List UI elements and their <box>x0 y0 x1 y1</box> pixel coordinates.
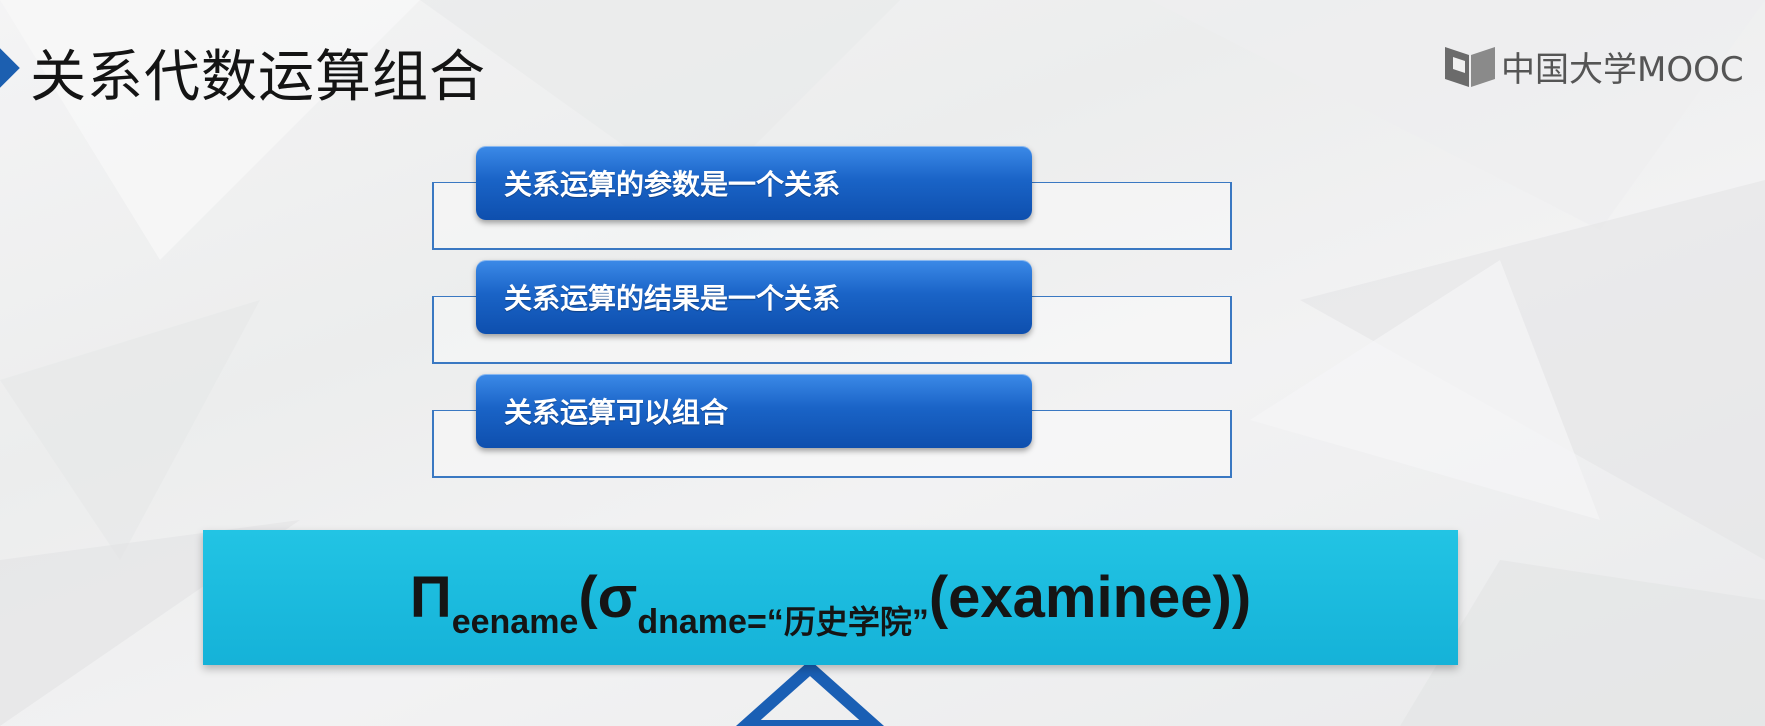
relation-name: (examinee)) <box>928 565 1252 630</box>
projection-attribute: eename <box>451 603 579 641</box>
open-paren: ( <box>578 565 598 630</box>
selection-condition-prefix: dname=“ <box>637 603 784 641</box>
selection-condition-value: 历史学院 <box>783 603 912 641</box>
projection-symbol: Π <box>409 565 452 630</box>
selection-symbol: σ <box>597 565 638 630</box>
formula-box: Πeename(σdname=“历史学院”(examinee)) <box>203 530 1458 665</box>
relational-algebra-expression: Πeename(σdname=“历史学院”(examinee)) <box>409 564 1252 641</box>
selection-condition-suffix: ” <box>911 603 929 641</box>
